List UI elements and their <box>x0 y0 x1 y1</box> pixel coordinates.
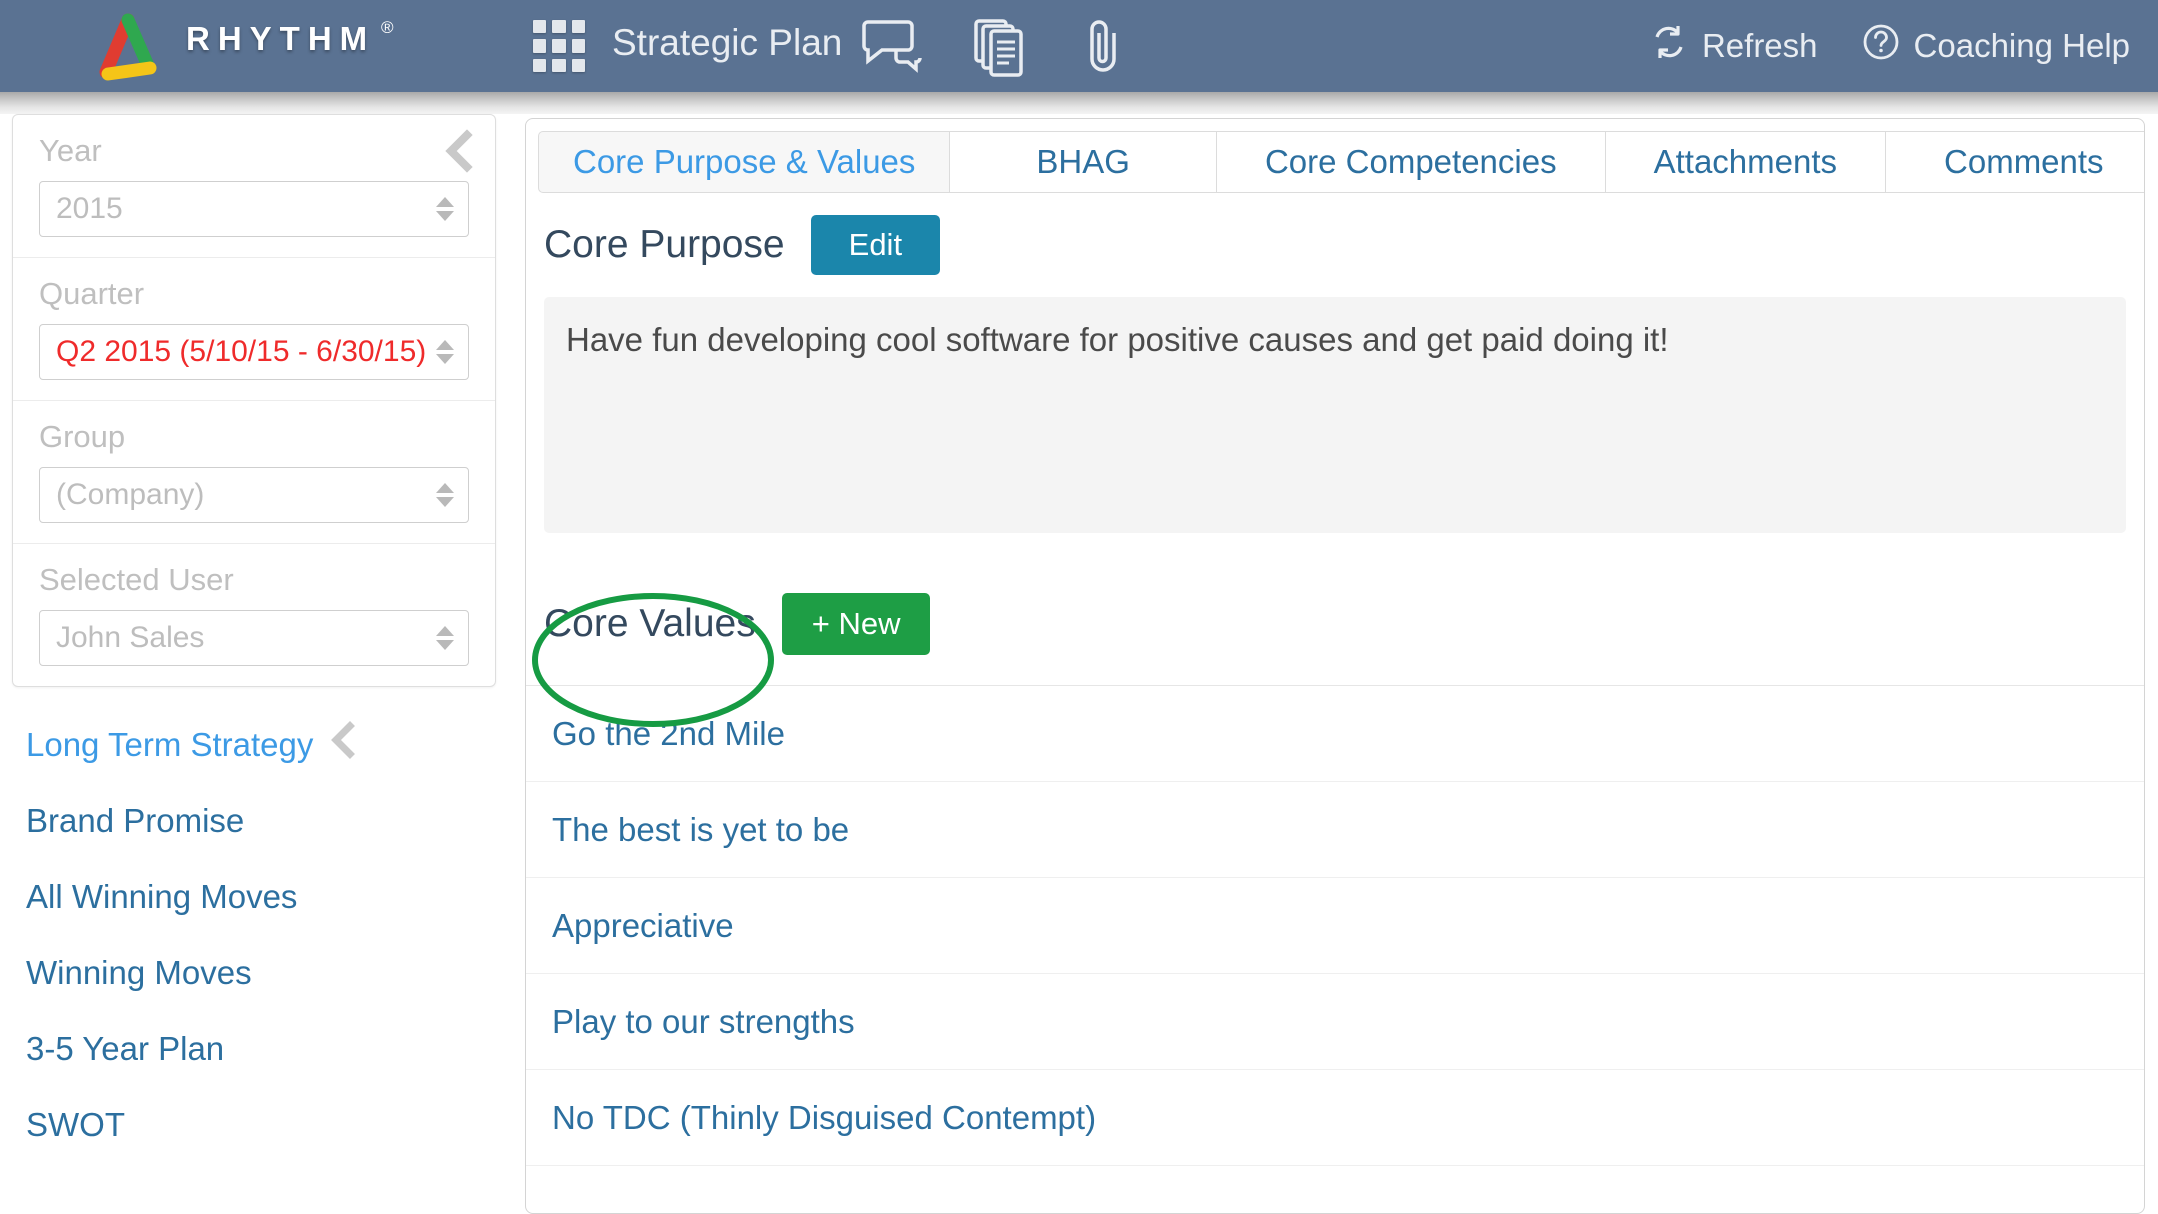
sidebar-item-brand-promise[interactable]: Brand Promise <box>26 783 508 859</box>
tab-attachments[interactable]: Attachments <box>1604 131 1886 193</box>
core-value-link[interactable]: Go the 2nd Mile <box>552 715 785 753</box>
new-core-value-button[interactable]: + New <box>781 593 931 655</box>
filter-year-label: Year <box>39 133 102 168</box>
list-item[interactable]: Appreciative <box>526 878 2144 974</box>
app-title: Strategic Plan <box>612 22 843 63</box>
tab-core-purpose-and-values[interactable]: Core Purpose & Values <box>538 131 950 193</box>
filter-quarter: Quarter Q2 2015 (5/10/15 - 6/30/15) <box>13 258 495 401</box>
core-values-title: Core Values <box>544 602 756 645</box>
sidebar-nav: Long Term Strategy Brand Promise All Win… <box>0 707 508 1163</box>
filter-group: Group (Company) <box>13 401 495 544</box>
tab-label: Attachments <box>1653 143 1838 180</box>
documents-icon[interactable] <box>972 16 1032 78</box>
header-actions: Refresh Coaching Help <box>1650 0 2130 92</box>
sidebar-item-label: Winning Moves <box>26 954 252 991</box>
rhythm-logo-icon[interactable] <box>88 6 168 86</box>
refresh-icon <box>1650 23 1688 69</box>
brand-name: RHYTHM <box>186 20 376 57</box>
refresh-button[interactable]: Refresh <box>1650 23 1818 69</box>
group-select[interactable]: (Company) <box>39 467 469 523</box>
sidebar-item-long-term-strategy[interactable]: Long Term Strategy <box>26 707 508 783</box>
filter-selected-user: Selected User John Sales <box>13 544 495 686</box>
quarter-stepper-icon[interactable] <box>436 340 454 364</box>
sidebar-item-label: All Winning Moves <box>26 878 298 915</box>
list-item[interactable]: No TDC (Thinly Disguised Contempt) <box>526 1070 2144 1166</box>
group-stepper-icon[interactable] <box>436 483 454 507</box>
filters-card: Year 2015 Quarter Q2 2015 (5/10/15 - 6/3… <box>12 114 496 687</box>
sidebar-item-label: 3-5 Year Plan <box>26 1030 225 1067</box>
coaching-help-label: Coaching Help <box>1913 27 2130 64</box>
core-value-link[interactable]: The best is yet to be <box>552 811 849 849</box>
filter-year: Year 2015 <box>13 115 495 258</box>
tab-label: Comments <box>1944 143 2104 180</box>
tab-bar: Core Purpose & Values BHAG Core Competen… <box>526 119 2144 193</box>
filter-quarter-label: Quarter <box>39 276 145 311</box>
core-purpose-title: Core Purpose <box>544 223 785 266</box>
core-purpose-header: Core Purpose Edit <box>526 193 2144 275</box>
year-stepper-icon[interactable] <box>436 197 454 221</box>
header-shadow <box>0 92 2158 114</box>
attachment-icon[interactable] <box>1082 16 1128 78</box>
tab-label: Core Competencies <box>1264 143 1557 180</box>
app-grid-icon[interactable] <box>533 20 585 72</box>
main-content-panel: Core Purpose & Values BHAG Core Competen… <box>525 118 2145 1214</box>
core-values-list: Go the 2nd Mile The best is yet to be Ap… <box>526 686 2144 1166</box>
year-select-value: 2015 <box>56 192 123 225</box>
core-value-link[interactable]: No TDC (Thinly Disguised Contempt) <box>552 1099 1096 1137</box>
list-item[interactable]: Play to our strengths <box>526 974 2144 1070</box>
selected-user-value: John Sales <box>56 621 205 654</box>
quarter-select[interactable]: Q2 2015 (5/10/15 - 6/30/15) <box>39 324 469 380</box>
brand-registered-mark: ® <box>381 18 394 37</box>
selected-user-select[interactable]: John Sales <box>39 610 469 666</box>
core-purpose-textbox[interactable]: Have fun developing cool software for po… <box>544 297 2126 533</box>
list-item[interactable]: The best is yet to be <box>526 782 2144 878</box>
refresh-label: Refresh <box>1701 27 1818 64</box>
sidebar-item-all-winning-moves[interactable]: All Winning Moves <box>26 859 508 935</box>
tab-comments[interactable]: Comments <box>1885 131 2144 193</box>
left-sidebar: Year 2015 Quarter Q2 2015 (5/10/15 - 6/3… <box>0 114 508 1214</box>
core-value-link[interactable]: Play to our strengths <box>552 1003 855 1041</box>
coaching-help-button[interactable]: Coaching Help <box>1862 23 2130 69</box>
core-values-header: Core Values + New <box>526 533 2144 655</box>
sidebar-item-3-5-year-plan[interactable]: 3-5 Year Plan <box>26 1011 508 1087</box>
filter-selected-user-label: Selected User <box>39 562 234 597</box>
core-value-link[interactable]: Appreciative <box>552 907 734 945</box>
year-select[interactable]: 2015 <box>39 181 469 237</box>
core-purpose-text: Have fun developing cool software for po… <box>566 321 1669 358</box>
edit-core-purpose-button[interactable]: Edit <box>810 215 941 275</box>
sidebar-item-swot[interactable]: SWOT <box>26 1087 508 1163</box>
selected-user-stepper-icon[interactable] <box>436 626 454 650</box>
sidebar-item-label: Brand Promise <box>26 802 245 839</box>
sidebar-item-label: SWOT <box>26 1106 125 1143</box>
comments-icon[interactable] <box>862 16 926 76</box>
list-item[interactable]: Go the 2nd Mile <box>526 686 2144 782</box>
tab-bhag[interactable]: BHAG <box>949 131 1216 193</box>
sidebar-item-winning-moves[interactable]: Winning Moves <box>26 935 508 1011</box>
quarter-select-value: Q2 2015 (5/10/15 - 6/30/15) <box>56 335 427 368</box>
tab-core-competencies[interactable]: Core Competencies <box>1215 131 1605 193</box>
tab-label: BHAG <box>1036 143 1130 180</box>
group-select-value: (Company) <box>56 478 205 511</box>
question-circle-icon <box>1862 23 1900 69</box>
top-header-bar: RHYTHM ® Strategic Plan Refresh Coaching… <box>0 0 2158 92</box>
sidebar-item-label: Long Term Strategy <box>26 726 314 763</box>
tab-label: Core Purpose & Values <box>573 143 916 180</box>
nav-collapse-icon[interactable] <box>328 721 358 759</box>
filter-group-label: Group <box>39 419 126 454</box>
